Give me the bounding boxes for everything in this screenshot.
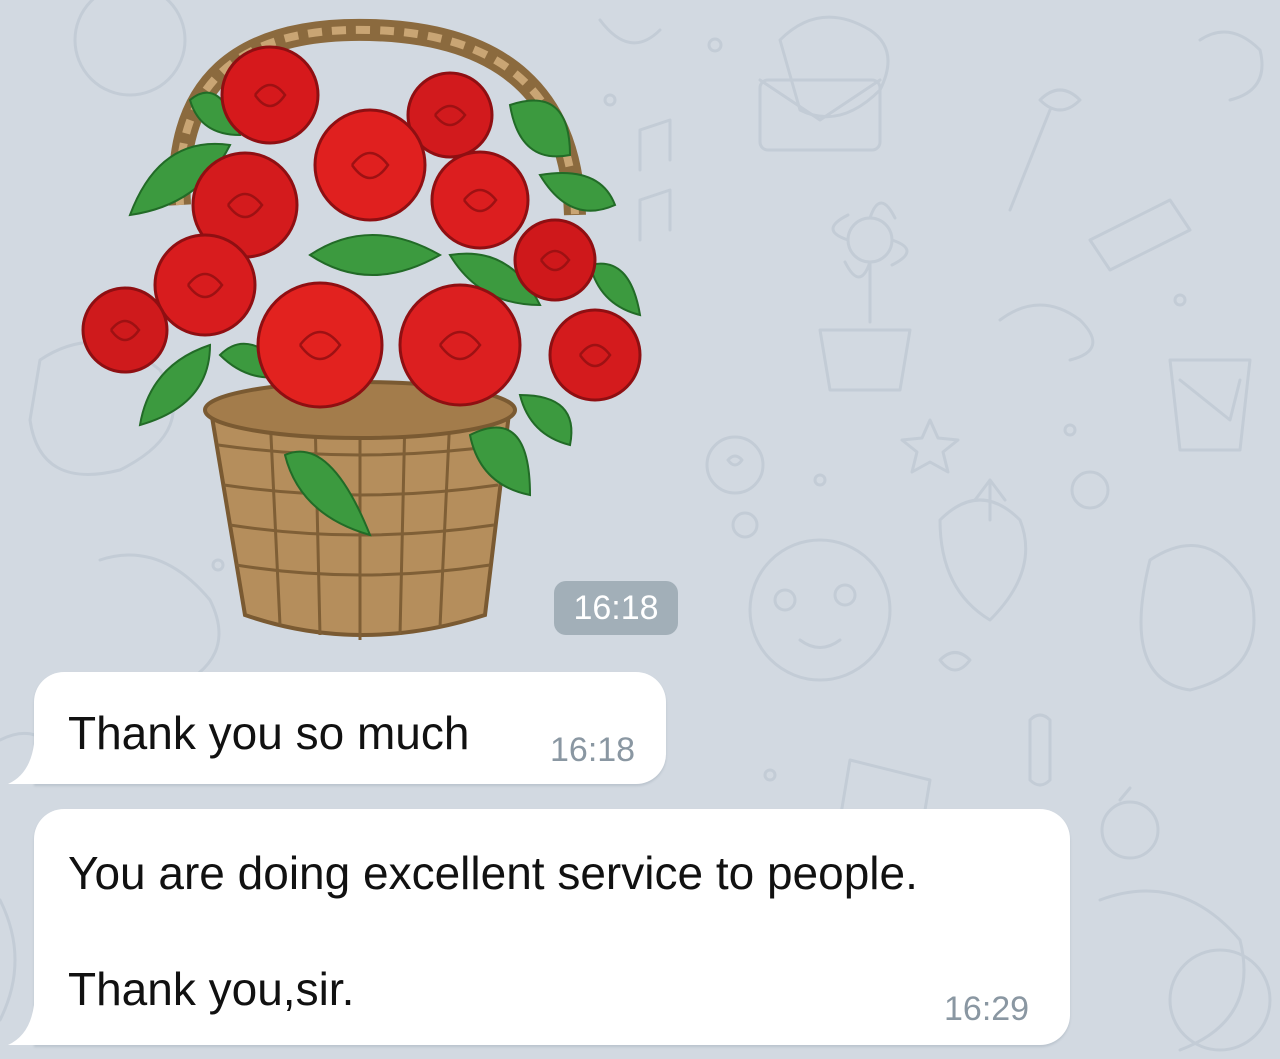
message-timestamp: 16:29 [944,990,1030,1028]
bubble-tail [8,1005,48,1045]
message-timestamp: 16:18 [550,731,636,769]
message-text: Thank you so much [68,707,470,759]
message-text-line: You are doing excellent service to peopl… [68,847,918,899]
bubble-tail [8,744,48,784]
incoming-message-bubble[interactable]: You are doing excellent service to peopl… [8,809,1070,1045]
sticker-timestamp: 16:18 [554,581,678,635]
incoming-message-bubble[interactable]: Thank you so much 16:18 [8,672,666,784]
rose-basket-sticker[interactable] [70,15,660,645]
message-text-line: Thank you,sir. [68,963,355,1015]
